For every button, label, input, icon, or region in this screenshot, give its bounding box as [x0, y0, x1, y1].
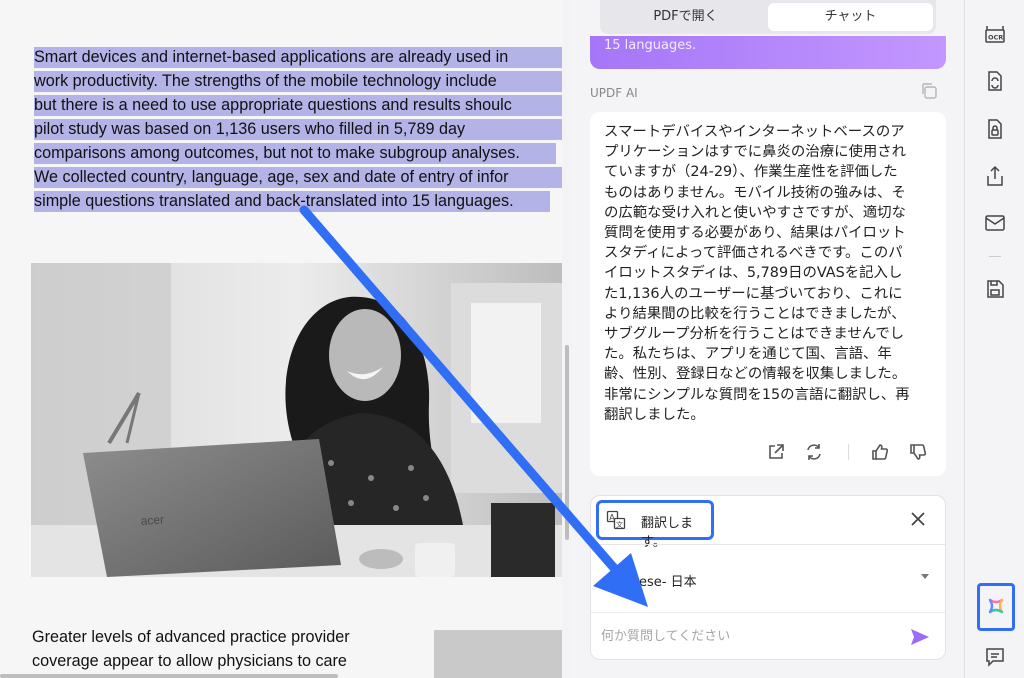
answer-line: スマートデバイスやインターネットベースのア — [604, 124, 905, 140]
pdf-body-line[interactable]: Greater levels of advanced practice prov… — [32, 628, 350, 647]
user-message-text: 15 languages. — [604, 38, 697, 53]
updf-ai-panel: PDFで開く チャット 15 languages. UPDF AI スマートデバ… — [572, 0, 964, 678]
answer-line: スタディによって評価されるべきです。このパ — [604, 245, 903, 262]
ai-sender-label: UPDF AI — [590, 86, 638, 100]
answer-line: 齢、性別、登録日などの情報を収集しました。 — [604, 366, 907, 383]
ai-answer-text[interactable]: スマートデバイスやインターネットベースのア プリケーションはすでに鼻炎の治療に使… — [604, 122, 934, 425]
pdf-highlighted-line[interactable]: pilot study was based on 1,136 users who… — [34, 119, 562, 140]
pdf-body-line[interactable]: coverage appear to allow physicians to c… — [32, 652, 347, 671]
answer-line: イロットスタディは、5,789日のVASを記入し — [604, 265, 903, 282]
insert-external-icon[interactable] — [766, 442, 786, 462]
protect-file-icon[interactable] — [984, 118, 1006, 140]
answer-line: た。私たちは、アプリを通じて国、言語、年 — [604, 346, 892, 363]
pdf-highlighted-line[interactable]: Smart devices and internet-based applica… — [34, 47, 562, 68]
regenerate-icon[interactable] — [804, 442, 824, 462]
chat-input-box — [591, 612, 945, 659]
toolbar-divider — [989, 256, 1001, 257]
pdf-document-view[interactable]: Smart devices and internet-based applica… — [0, 0, 562, 678]
updf-ai-tool-button[interactable] — [977, 583, 1015, 631]
answer-line: ていますが（24-29）、作業生産性を評価した — [604, 164, 898, 181]
thumbs-up-icon[interactable] — [870, 442, 890, 462]
answer-line: の広範な受け入れと使いやすさですが、適切な — [604, 204, 906, 221]
answer-line: サブグループ分析を行うことはできませんでし — [604, 326, 905, 343]
answer-line: 翻訳しました。 — [604, 406, 705, 423]
answer-line: 質問を使用する必要があり、結果はパイロット — [604, 225, 906, 242]
pdf-photo-woman-laptop: acer — [31, 263, 562, 577]
answer-line: た1,136人のユーザーに基づいており、これに — [604, 285, 903, 302]
send-icon[interactable] — [909, 627, 931, 647]
answer-line: より結果間の比較を行うことはできましたが、 — [604, 305, 906, 322]
share-icon[interactable] — [984, 165, 1006, 187]
save-icon[interactable] — [984, 278, 1006, 300]
svg-text:acer: acer — [140, 512, 164, 528]
chat-question-input[interactable] — [601, 623, 901, 649]
comment-icon[interactable] — [984, 646, 1006, 668]
tab-open-in-pdf[interactable]: PDFで開く — [603, 3, 768, 31]
vertical-scrollbar[interactable] — [565, 345, 569, 540]
thumbs-down-icon[interactable] — [908, 442, 928, 462]
email-icon[interactable] — [984, 212, 1006, 234]
target-language-value: ese- 日本 — [639, 575, 697, 590]
pdf-highlighted-line[interactable]: We collected country, language, age, sex… — [34, 167, 562, 188]
updf-ai-logo-icon — [985, 595, 1007, 617]
answer-line: 非常にシンプルな質問を15の言語に翻訳し、再 — [604, 386, 910, 403]
user-message-bubble: 15 languages. — [590, 36, 946, 69]
ai-answer-card: スマートデバイスやインターネットベースのア プリケーションはすでに鼻炎の治療に使… — [590, 112, 946, 476]
ocr-icon[interactable]: OCR — [984, 24, 1006, 46]
answer-line: ものはありません。モバイル技術の強みは、そ — [604, 184, 906, 201]
chevron-down-icon — [921, 574, 929, 579]
pdf-highlighted-line[interactable]: work productivity. The strengths of the … — [34, 71, 562, 92]
svg-text:文: 文 — [616, 520, 623, 529]
pdf-highlighted-line[interactable]: but there is a need to use appropriate q… — [34, 95, 562, 116]
panel-tabs: PDFで開く チャット — [600, 0, 936, 34]
answer-line: プリケーションはすでに鼻炎の治療に使用され — [604, 144, 907, 161]
pdf-highlighted-line[interactable]: comparisons among outcomes, but not to m… — [34, 143, 556, 164]
prompt-composer: A 文 翻訳します。 ese- 日本 — [590, 495, 946, 660]
action-divider — [848, 444, 849, 460]
translate-icon: A 文 — [606, 510, 626, 530]
right-toolbar: OCR — [964, 0, 1024, 678]
updf-app-window: Smart devices and internet-based applica… — [0, 0, 1024, 678]
pdf-highlighted-line[interactable]: simple questions translated and back-tra… — [34, 191, 550, 212]
copy-icon[interactable] — [920, 82, 938, 100]
svg-text:OCR: OCR — [988, 34, 1003, 42]
target-language-select[interactable]: ese- 日本 — [591, 545, 945, 611]
convert-file-icon[interactable] — [984, 70, 1006, 92]
tab-chat[interactable]: チャット — [768, 3, 933, 31]
close-icon[interactable] — [909, 510, 927, 528]
pdf-figure-partial — [434, 630, 562, 678]
translate-prompt-chip[interactable]: A 文 翻訳します。 — [596, 500, 714, 550]
horizontal-scrollbar[interactable] — [0, 674, 338, 678]
